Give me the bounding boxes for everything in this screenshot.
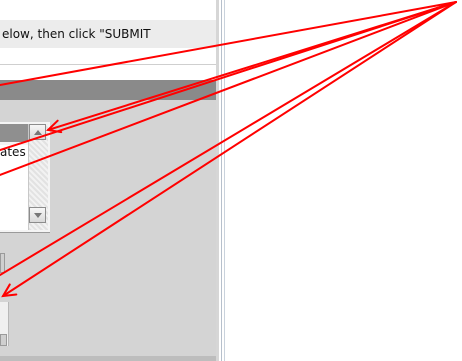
annotation-arrows [0,1,457,298]
arrow-to-text-area-head [1,283,18,298]
